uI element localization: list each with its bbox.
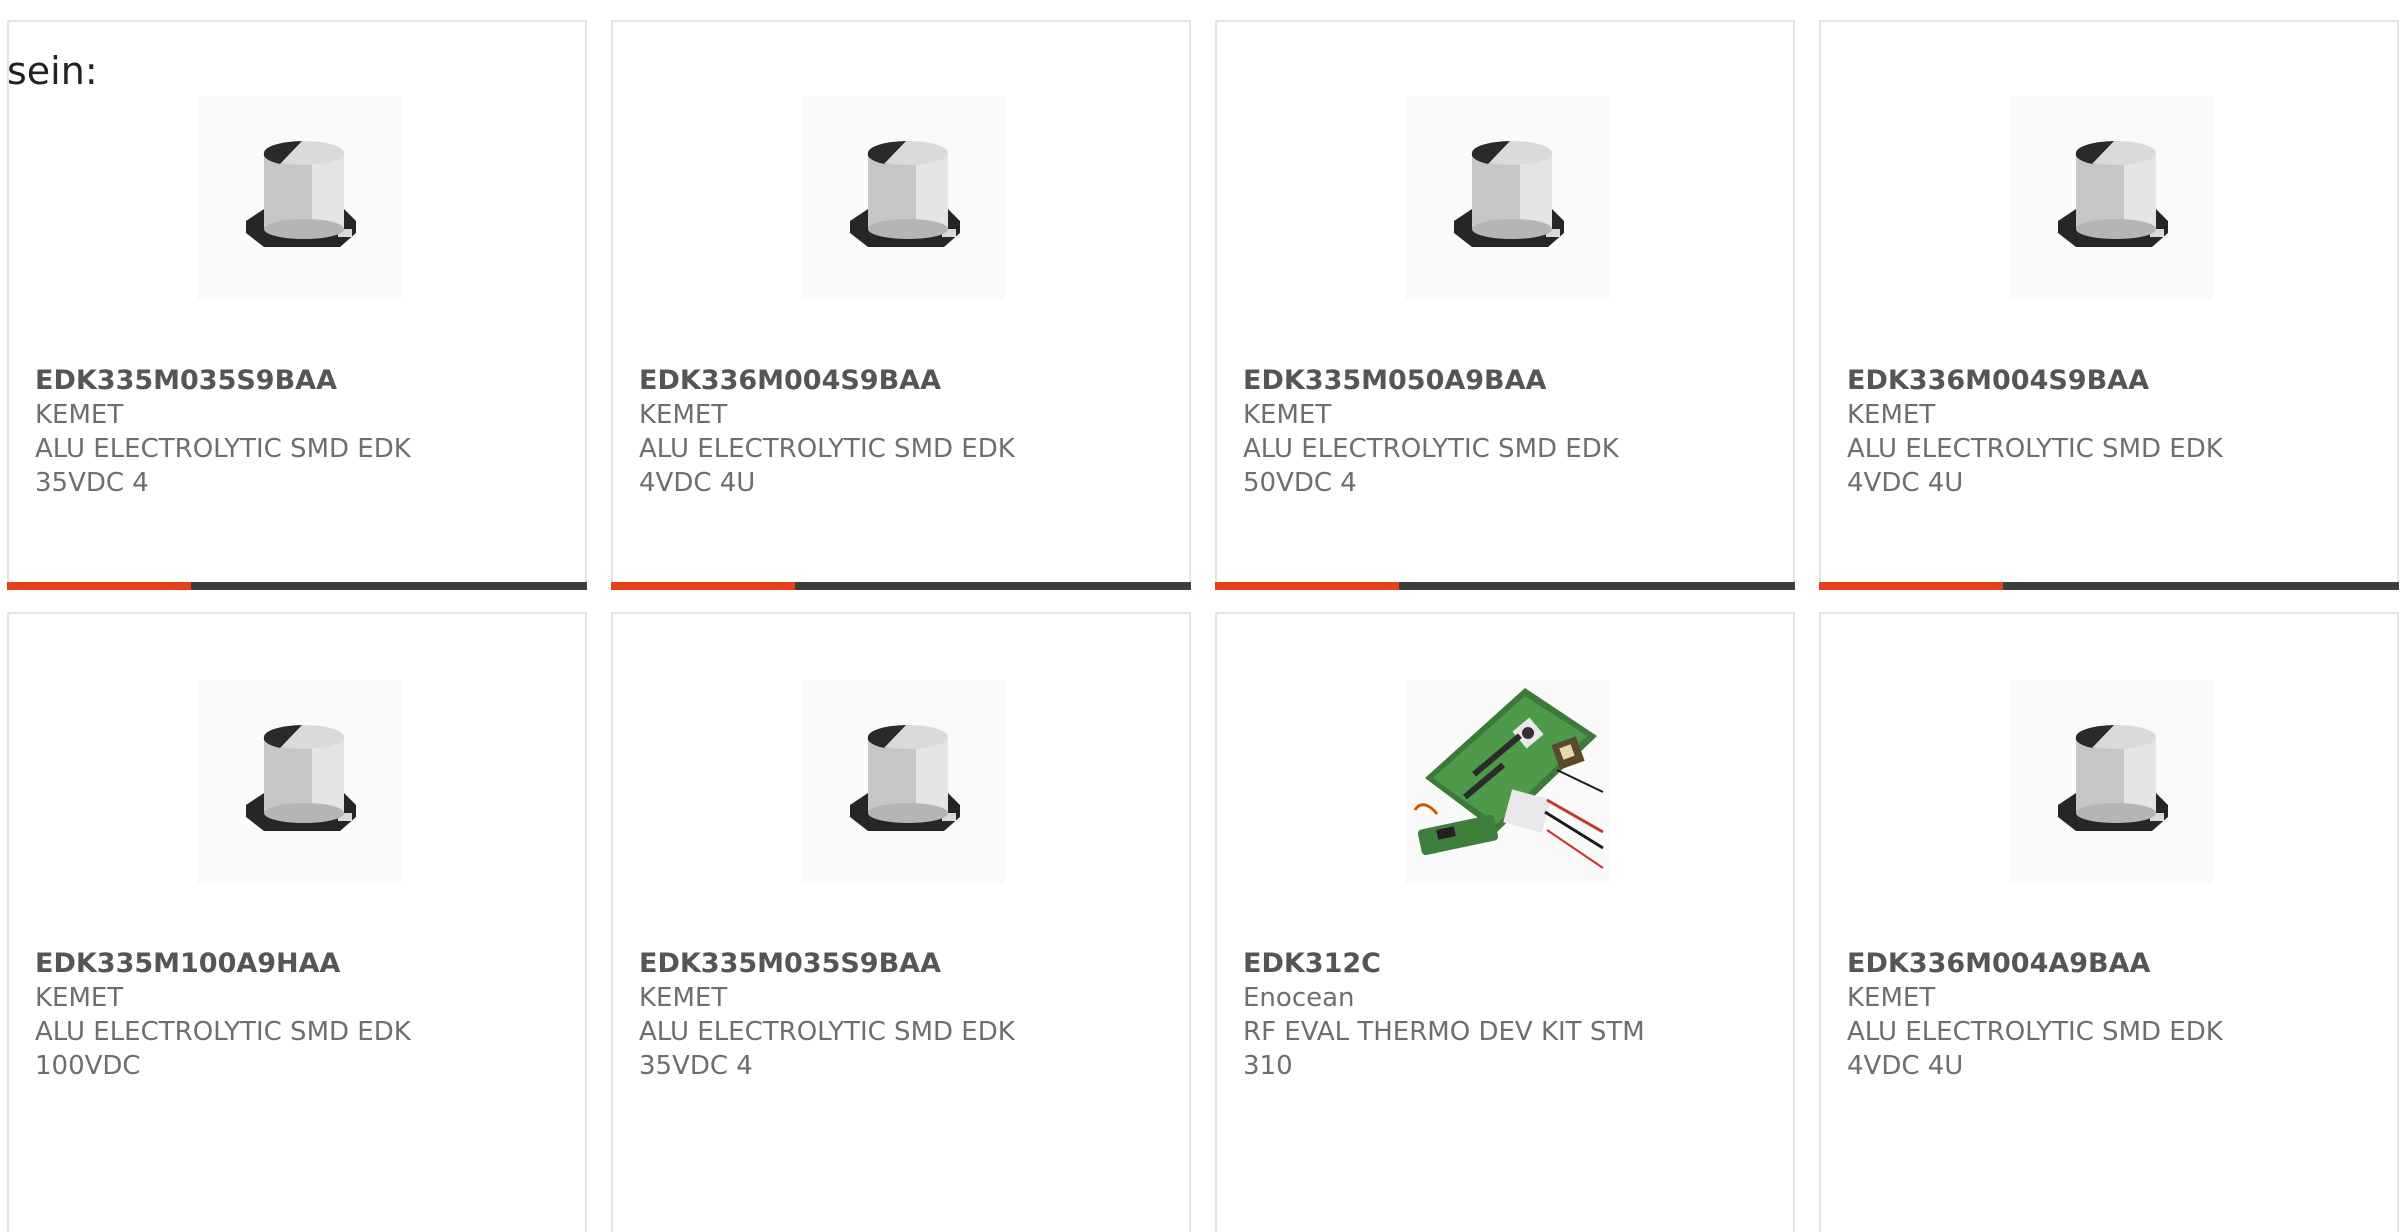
part-number[interactable]: EDK335M050A9BAA	[1243, 364, 1773, 398]
card-accent-bar	[7, 582, 191, 590]
product-info: EDK336M004A9BAA KEMET ALU ELECTROLYTIC S…	[1847, 947, 2377, 1083]
part-number[interactable]: EDK335M035S9BAA	[639, 947, 1169, 981]
manufacturer: KEMET	[639, 983, 728, 1013]
description-line-2: 4VDC 4U	[639, 468, 756, 498]
product-card[interactable]: EDK335M035S9BAA KEMET ALU ELECTROLYTIC S…	[611, 612, 1191, 1232]
description-line-2: 35VDC 4	[35, 468, 149, 498]
manufacturer: KEMET	[639, 400, 728, 430]
description-line-2: 310	[1243, 1051, 1293, 1081]
card-bottom-bar	[7, 582, 587, 590]
part-number[interactable]: EDK312C	[1243, 947, 1773, 981]
manufacturer: KEMET	[1243, 400, 1332, 430]
description-line-2: 50VDC 4	[1243, 468, 1357, 498]
description-line-1: ALU ELECTROLYTIC SMD EDK	[639, 434, 1015, 464]
description-line-1: ALU ELECTROLYTIC SMD EDK	[639, 1017, 1015, 1047]
product-info: EDK335M050A9BAA KEMET ALU ELECTROLYTIC S…	[1243, 364, 1773, 500]
card-bottom-bar	[1819, 582, 2399, 590]
manufacturer: Enocean	[1243, 983, 1355, 1013]
intro-text: sein:	[7, 49, 98, 93]
description-line-1: ALU ELECTROLYTIC SMD EDK	[35, 434, 411, 464]
capacitor-icon[interactable]	[197, 680, 401, 884]
capacitor-icon[interactable]	[801, 680, 1005, 884]
product-card[interactable]: EDK336M004A9BAA KEMET ALU ELECTROLYTIC S…	[1819, 612, 2399, 1232]
description-line-2: 100VDC	[35, 1051, 141, 1081]
product-info: EDK335M035S9BAA KEMET ALU ELECTROLYTIC S…	[639, 947, 1169, 1083]
part-number[interactable]: EDK336M004A9BAA	[1847, 947, 2377, 981]
product-card[interactable]: EDK335M100A9HAA KEMET ALU ELECTROLYTIC S…	[7, 612, 587, 1232]
description-line-1: ALU ELECTROLYTIC SMD EDK	[1243, 434, 1619, 464]
card-accent-bar	[1215, 582, 1399, 590]
card-bottom-bar	[1215, 582, 1795, 590]
capacitor-icon[interactable]	[197, 96, 401, 300]
description-line-1: ALU ELECTROLYTIC SMD EDK	[35, 1017, 411, 1047]
product-info: EDK335M100A9HAA KEMET ALU ELECTROLYTIC S…	[35, 947, 565, 1083]
dev-kit-board-icon[interactable]	[1405, 680, 1609, 884]
part-number[interactable]: EDK335M100A9HAA	[35, 947, 565, 981]
product-card[interactable]: EDK312C Enocean RF EVAL THERMO DEV KIT S…	[1215, 612, 1795, 1232]
manufacturer: KEMET	[1847, 983, 1936, 1013]
product-info: EDK335M035S9BAA KEMET ALU ELECTROLYTIC S…	[35, 364, 565, 500]
manufacturer: KEMET	[35, 983, 124, 1013]
card-accent-bar	[1819, 582, 2003, 590]
capacitor-icon[interactable]	[2009, 680, 2213, 884]
product-card[interactable]: EDK336M004S9BAA KEMET ALU ELECTROLYTIC S…	[1819, 20, 2399, 590]
description-line-1: ALU ELECTROLYTIC SMD EDK	[1847, 1017, 2223, 1047]
capacitor-icon[interactable]	[2009, 96, 2213, 300]
manufacturer: KEMET	[35, 400, 124, 430]
card-accent-bar	[611, 582, 795, 590]
manufacturer: KEMET	[1847, 400, 1936, 430]
part-number[interactable]: EDK336M004S9BAA	[1847, 364, 2377, 398]
description-line-2: 4VDC 4U	[1847, 468, 1964, 498]
capacitor-icon[interactable]	[1405, 96, 1609, 300]
description-line-2: 35VDC 4	[639, 1051, 753, 1081]
product-info: EDK312C Enocean RF EVAL THERMO DEV KIT S…	[1243, 947, 1773, 1083]
description-line-1: ALU ELECTROLYTIC SMD EDK	[1847, 434, 2223, 464]
product-card[interactable]: EDK336M004S9BAA KEMET ALU ELECTROLYTIC S…	[611, 20, 1191, 590]
product-grid: EDK335M035S9BAA KEMET ALU ELECTROLYTIC S…	[7, 20, 2400, 1232]
card-bottom-bar	[611, 582, 1191, 590]
product-info: EDK336M004S9BAA KEMET ALU ELECTROLYTIC S…	[1847, 364, 2377, 500]
part-number[interactable]: EDK336M004S9BAA	[639, 364, 1169, 398]
product-info: EDK336M004S9BAA KEMET ALU ELECTROLYTIC S…	[639, 364, 1169, 500]
description-line-1: RF EVAL THERMO DEV KIT STM	[1243, 1017, 1645, 1047]
product-card[interactable]: EDK335M035S9BAA KEMET ALU ELECTROLYTIC S…	[7, 20, 587, 590]
description-line-2: 4VDC 4U	[1847, 1051, 1964, 1081]
part-number[interactable]: EDK335M035S9BAA	[35, 364, 565, 398]
capacitor-icon[interactable]	[801, 96, 1005, 300]
product-card[interactable]: EDK335M050A9BAA KEMET ALU ELECTROLYTIC S…	[1215, 20, 1795, 590]
